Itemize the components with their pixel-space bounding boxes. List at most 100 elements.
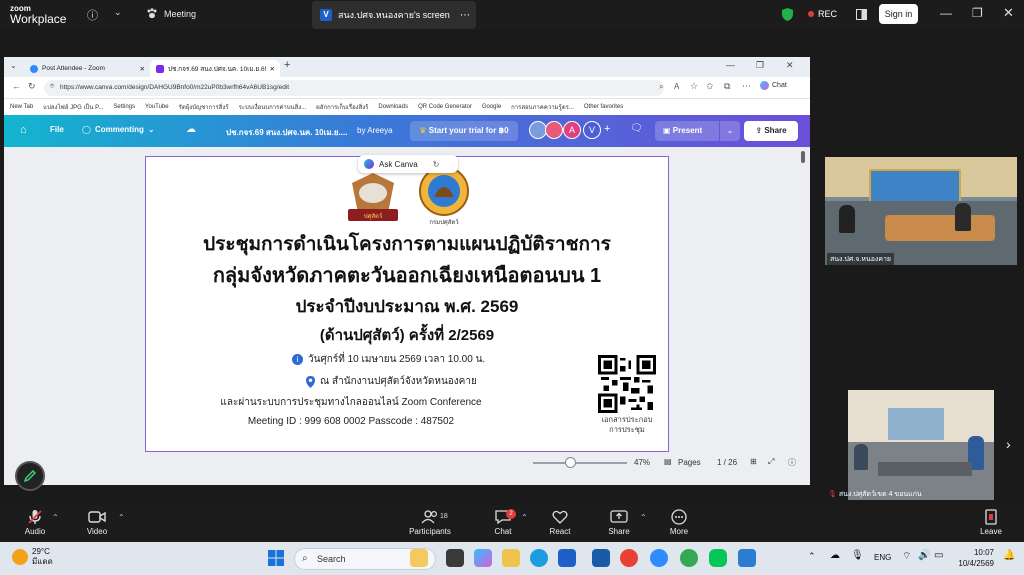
restore-icon[interactable]: ❐ bbox=[972, 6, 983, 20]
shared-screen-tab[interactable]: V สนง.ปศจ.หนองคาย's screen ⋯ bbox=[312, 1, 476, 29]
microsoft-store-icon[interactable] bbox=[558, 549, 576, 567]
bookmark-youtube[interactable]: YouTube bbox=[145, 104, 169, 110]
annotate-button[interactable] bbox=[15, 461, 45, 491]
video-options-chevron-icon[interactable]: ⌃ bbox=[118, 513, 125, 522]
add-collaborator-icon[interactable]: + bbox=[604, 123, 610, 135]
grid-view-icon[interactable]: ⊞ bbox=[750, 457, 757, 466]
bookmark-5[interactable]: ระบบเงื่อนบการค่าบนสิ่ง... bbox=[239, 102, 307, 112]
react-button[interactable]: React bbox=[538, 509, 582, 536]
weather-widget[interactable]: 29°C มีแดด bbox=[12, 547, 53, 567]
chrome-icon[interactable] bbox=[620, 549, 638, 567]
url-input[interactable]: https://www.canva.com/design/DAHGU9Bnfo0… bbox=[44, 80, 664, 96]
volume-icon[interactable]: 🔊 bbox=[918, 550, 930, 561]
meeting-tab[interactable]: Meeting bbox=[146, 8, 196, 19]
avatar-v[interactable]: V bbox=[583, 121, 601, 139]
word-icon[interactable] bbox=[592, 549, 610, 567]
document-title[interactable]: ปช.กจร.69 สนง.ปศจ.นค. 10เม.ย.... bbox=[226, 126, 347, 139]
next-page-chevron-icon[interactable]: › bbox=[1006, 436, 1011, 452]
windows-start-icon[interactable] bbox=[268, 550, 284, 566]
home-icon[interactable]: ⌂ bbox=[20, 124, 27, 136]
show-hidden-icons-chevron-icon[interactable]: ⌃ bbox=[808, 551, 816, 562]
zoom-slider-handle[interactable] bbox=[565, 457, 576, 468]
participant-video-2[interactable] bbox=[848, 390, 994, 500]
minimize-icon[interactable]: — bbox=[940, 6, 952, 20]
audio-button[interactable]: Audio bbox=[13, 509, 57, 536]
wifi-icon[interactable]: ⌔ bbox=[902, 550, 911, 563]
close-tab-icon[interactable]: ✕ bbox=[270, 65, 275, 73]
bookmark-4[interactable]: รัตยุ้งบัญชาการสิ่งร้ bbox=[179, 102, 229, 112]
restore-icon[interactable]: ❐ bbox=[756, 60, 764, 71]
zoom-app-icon[interactable] bbox=[650, 549, 668, 567]
bookmark-google[interactable]: Google bbox=[482, 104, 501, 110]
file-menu[interactable]: File bbox=[50, 125, 64, 134]
microphone-icon[interactable]: 🎙 bbox=[851, 550, 864, 561]
clock[interactable]: 10:07 10/4/2569 bbox=[952, 547, 994, 569]
chat-options-chevron-icon[interactable]: ⌃ bbox=[521, 513, 528, 522]
share-button[interactable]: ⇪ Share bbox=[744, 121, 798, 141]
bookmark-settings[interactable]: Settings bbox=[113, 104, 135, 110]
close-tab-icon[interactable]: ✕ bbox=[140, 65, 145, 73]
favorites-icon[interactable]: ✩ bbox=[706, 81, 714, 92]
minimize-icon[interactable]: — bbox=[726, 60, 735, 70]
tab-post-attendee[interactable]: Post Attendee - Zoom ✕ bbox=[24, 60, 150, 77]
start-trial-button[interactable]: ♛ Start your trial for ฿0 bbox=[410, 121, 518, 141]
audio-options-chevron-icon[interactable]: ⌃ bbox=[52, 513, 59, 522]
view-icon[interactable] bbox=[856, 9, 867, 20]
bookmark-10[interactable]: การสอบภาคความรู้ตร... bbox=[511, 102, 574, 112]
shield-icon[interactable] bbox=[782, 8, 793, 21]
chat-button[interactable]: Chat bbox=[481, 509, 525, 536]
battery-icon[interactable]: ▭ bbox=[934, 550, 943, 561]
participants-button[interactable]: Participants bbox=[404, 509, 456, 536]
edge-icon[interactable] bbox=[530, 549, 548, 567]
qr-code[interactable] bbox=[598, 355, 656, 413]
chevron-down-icon[interactable]: ⌄ bbox=[114, 7, 122, 18]
present-options-chevron-icon[interactable]: ⌄ bbox=[720, 121, 740, 141]
copilot-chat-button[interactable]: Chat bbox=[760, 81, 787, 90]
zoom-search-icon[interactable]: ⌕ bbox=[659, 82, 663, 92]
recording-indicator[interactable]: REC bbox=[808, 9, 837, 19]
tab-canva-design[interactable]: ปช.กจร.69 สนง.ปศจ.นค. 10เม.ย.69 - P ✕ bbox=[150, 60, 280, 77]
help-icon[interactable]: ⓘ bbox=[788, 457, 796, 468]
more-options-icon[interactable]: ⋯ bbox=[460, 10, 470, 21]
menu-icon[interactable]: ⋯ bbox=[742, 81, 751, 92]
pages-button[interactable]: Pages bbox=[678, 458, 701, 467]
refresh-design-icon[interactable]: ↻ bbox=[433, 160, 440, 169]
close-icon[interactable]: ✕ bbox=[786, 60, 794, 71]
leave-button[interactable]: Leave bbox=[969, 509, 1013, 536]
avatar-a[interactable]: A bbox=[563, 121, 581, 139]
outlook-icon[interactable] bbox=[738, 549, 756, 567]
line-app-icon[interactable] bbox=[709, 549, 727, 567]
ask-canva-button[interactable]: Ask Canva ↻ bbox=[358, 155, 458, 173]
site-info-icon[interactable]: ⌾ bbox=[50, 83, 54, 91]
slide-page[interactable]: ปศุสัตว์ กรมปศุสัตว์ ประชุมการดำเนินโครง… bbox=[145, 156, 669, 452]
vertical-scrollbar[interactable] bbox=[801, 151, 805, 163]
commenting-mode-button[interactable]: ◯ Commenting ⌄ bbox=[82, 125, 155, 134]
read-aloud-icon[interactable]: A bbox=[674, 82, 679, 91]
chrome-profile-icon[interactable] bbox=[680, 549, 698, 567]
close-icon[interactable]: ✕ bbox=[1003, 5, 1014, 21]
back-icon[interactable]: ← bbox=[12, 81, 21, 91]
bookmark-jpg-to-pdf[interactable]: แปลงไฟล์ JPG เป็น P... bbox=[43, 102, 103, 112]
comment-icon[interactable]: 🗨 bbox=[630, 123, 643, 134]
avatar[interactable] bbox=[545, 121, 563, 139]
bookmark-other-favorites[interactable]: Other favorites bbox=[584, 104, 623, 110]
new-tab-icon[interactable]: + bbox=[284, 59, 290, 71]
more-button[interactable]: More bbox=[657, 509, 701, 536]
present-button[interactable]: ▣ Present bbox=[655, 121, 719, 141]
refresh-icon[interactable]: ↻ bbox=[28, 81, 36, 92]
bookmark-new-tab[interactable]: New Tab bbox=[10, 104, 33, 110]
share-screen-button[interactable]: Share bbox=[597, 509, 641, 536]
bookmark-downloads[interactable]: Downloads bbox=[378, 104, 408, 110]
sign-in-button[interactable]: Sign in bbox=[879, 4, 918, 24]
zoom-slider-track[interactable] bbox=[533, 462, 627, 464]
input-language[interactable]: ENG bbox=[874, 553, 891, 562]
notifications-icon[interactable]: 🔔 bbox=[1003, 550, 1015, 561]
fullscreen-icon[interactable]: ⤢ bbox=[768, 457, 774, 467]
star-icon[interactable]: ☆ bbox=[690, 81, 698, 92]
file-explorer-icon[interactable] bbox=[502, 549, 520, 567]
zoom-percentage[interactable]: 47% bbox=[634, 458, 650, 467]
share-options-chevron-icon[interactable]: ⌃ bbox=[640, 513, 647, 522]
video-button[interactable]: Video bbox=[75, 509, 119, 536]
bookmark-6[interactable]: ผลักการเก็บเรื่องสิ่งร้ bbox=[316, 102, 368, 112]
bookmark-qr-generator[interactable]: QR Code Generator bbox=[418, 104, 472, 110]
